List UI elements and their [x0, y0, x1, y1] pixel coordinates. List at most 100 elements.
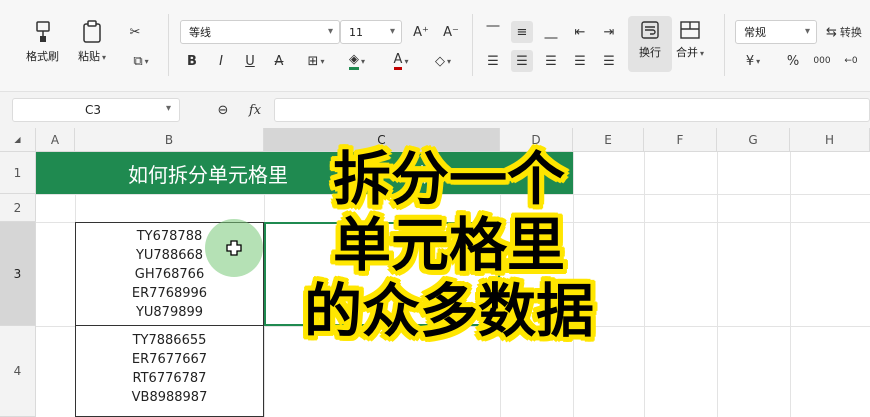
chevron-down-icon: ▾	[102, 53, 107, 62]
name-box[interactable]: C3 ▾	[12, 98, 180, 122]
spreadsheet-window: 格式刷 粘贴 ▾ ✂ ⧉ ▾ 等线 ▾ 11 ▾ A⁺ A⁻ B I U A ⊞ ▾ …	[0, 0, 870, 417]
insert-function-button[interactable]: fx	[244, 99, 266, 121]
decimal-icon: ←0	[844, 56, 858, 66]
caption-line: 单元格里	[332, 211, 565, 279]
ribbon-toolbar: 格式刷 粘贴 ▾ ✂ ⧉ ▾ 等线 ▾ 11 ▾ A⁺ A⁻ B I U A ⊞ ▾ …	[0, 0, 870, 92]
plus-cursor-icon	[226, 240, 242, 256]
copy-button[interactable]: ⧉ ▾	[124, 50, 158, 72]
bold-button[interactable]: B	[181, 50, 203, 72]
column-header[interactable]: G	[717, 128, 790, 152]
bold-icon: B	[187, 53, 197, 69]
gridline	[717, 152, 718, 417]
align-middle-icon: ≡	[516, 24, 528, 40]
caption-line: 的众多数据	[303, 277, 594, 345]
divider	[168, 14, 169, 76]
format-painter-button[interactable]: 格式刷	[26, 20, 59, 64]
corner-icon: ◢	[14, 135, 21, 144]
font-size-select[interactable]: 11 ▾	[340, 20, 402, 44]
cell-line: ER7677667	[131, 352, 208, 367]
italic-icon: I	[219, 53, 223, 69]
chevron-down-icon: ▾	[804, 26, 810, 37]
align-middle-button[interactable]: ≡	[511, 21, 533, 43]
wrap-text-icon	[640, 20, 660, 40]
merge-button[interactable]: 合并 ▾	[676, 20, 704, 60]
cell-line: RT6776787	[132, 371, 207, 386]
wrap-text-button[interactable]: 换行	[628, 16, 672, 72]
align-left-button[interactable]: ☰	[482, 50, 504, 72]
font-name-value: 等线	[189, 26, 211, 39]
cut-button[interactable]: ✂	[124, 21, 146, 43]
increase-font-button[interactable]: A⁺	[410, 21, 432, 43]
zoom-formula-button[interactable]: ⊖	[212, 99, 234, 121]
increase-indent-button[interactable]: ⇥	[598, 21, 620, 43]
align-left-icon: ☰	[487, 53, 499, 69]
align-bottom-button[interactable]: ⎽	[540, 21, 562, 43]
fill-color-button[interactable]: ◈ ▾	[340, 50, 374, 72]
distribute-icon: ☰	[603, 53, 615, 69]
align-top-icon: ⎺	[486, 24, 500, 40]
align-center-button[interactable]: ☰	[511, 50, 533, 72]
align-center-icon: ☰	[516, 53, 528, 69]
merge-cells-icon	[679, 20, 701, 40]
border-icon: ⊞	[307, 53, 319, 69]
row-header[interactable]: 2	[0, 194, 36, 222]
copy-icon: ⧉	[133, 53, 143, 69]
font-name-select[interactable]: 等线 ▾	[180, 20, 340, 44]
align-right-icon: ☰	[545, 53, 557, 69]
column-header[interactable]: A	[36, 128, 75, 152]
strikethrough-button[interactable]: A	[268, 50, 290, 72]
italic-button[interactable]: I	[210, 50, 232, 72]
font-size-value: 11	[349, 25, 363, 39]
outdent-icon: ⇤	[574, 24, 586, 40]
font-color-button[interactable]: A ▾	[384, 50, 418, 72]
paste-label: 粘贴	[78, 50, 100, 63]
cell-line: TY678788	[136, 228, 203, 244]
chevron-down-icon: ▾	[700, 49, 705, 58]
justify-button[interactable]: ☰	[569, 50, 591, 72]
brush-icon	[32, 20, 54, 44]
thousands-icon: 000	[813, 56, 831, 66]
align-top-button[interactable]: ⎺	[482, 21, 504, 43]
indent-icon: ⇥	[603, 24, 615, 40]
currency-button[interactable]: ¥ ▾	[736, 50, 770, 72]
caption-line: 拆分一个	[332, 145, 565, 213]
borders-button[interactable]: ⊞ ▾	[300, 50, 332, 72]
yen-icon: ¥	[745, 53, 755, 69]
percent-button[interactable]: %	[782, 50, 804, 72]
number-format-value: 常规	[744, 26, 766, 39]
underline-button[interactable]: U	[239, 50, 261, 72]
thousands-button[interactable]: 000	[811, 50, 833, 72]
clear-format-button[interactable]: ◇ ▾	[426, 50, 460, 72]
gridline	[790, 152, 791, 417]
decrease-font-button[interactable]: A⁻	[440, 21, 462, 43]
cell-line: ER7768996	[131, 285, 208, 301]
decrease-indent-button[interactable]: ⇤	[569, 21, 591, 43]
cell-line: YU788668	[135, 247, 204, 263]
justify-icon: ☰	[574, 53, 586, 69]
cell-line: YU879899	[135, 304, 204, 320]
paste-button[interactable]: 粘贴 ▾	[78, 20, 106, 64]
number-format-select[interactable]: 常规 ▾	[735, 20, 817, 44]
row-header[interactable]: 4	[0, 326, 36, 417]
title-text: 如何拆分单元格里	[128, 162, 288, 187]
fx-label: fx	[248, 102, 262, 118]
convert-button[interactable]: ⇆ 转换	[826, 21, 870, 43]
row-header[interactable]: 3	[0, 222, 36, 326]
font-increase-icon: A⁺	[413, 24, 429, 40]
formula-input[interactable]	[274, 98, 870, 122]
row-header[interactable]: 1	[0, 152, 36, 194]
decimal-increase-button[interactable]: ←0	[840, 50, 862, 72]
column-header[interactable]: H	[790, 128, 870, 152]
align-right-button[interactable]: ☰	[540, 50, 562, 72]
formula-bar: C3 ▾ ⊖ fx	[0, 92, 870, 128]
cell-line: GH768766	[134, 266, 205, 282]
percent-icon: %	[786, 53, 800, 69]
divider	[472, 14, 473, 76]
chevron-down-icon: ▾	[327, 26, 333, 37]
select-all-corner[interactable]: ◢	[0, 128, 36, 152]
cell-b4[interactable]: TY7886655 ER7677667 RT6776787 VB8988987	[75, 325, 264, 417]
distributed-button[interactable]: ☰	[598, 50, 620, 72]
wrap-text-label: 换行	[639, 46, 661, 59]
column-header[interactable]: F	[644, 128, 717, 152]
column-header[interactable]: B	[75, 128, 264, 152]
